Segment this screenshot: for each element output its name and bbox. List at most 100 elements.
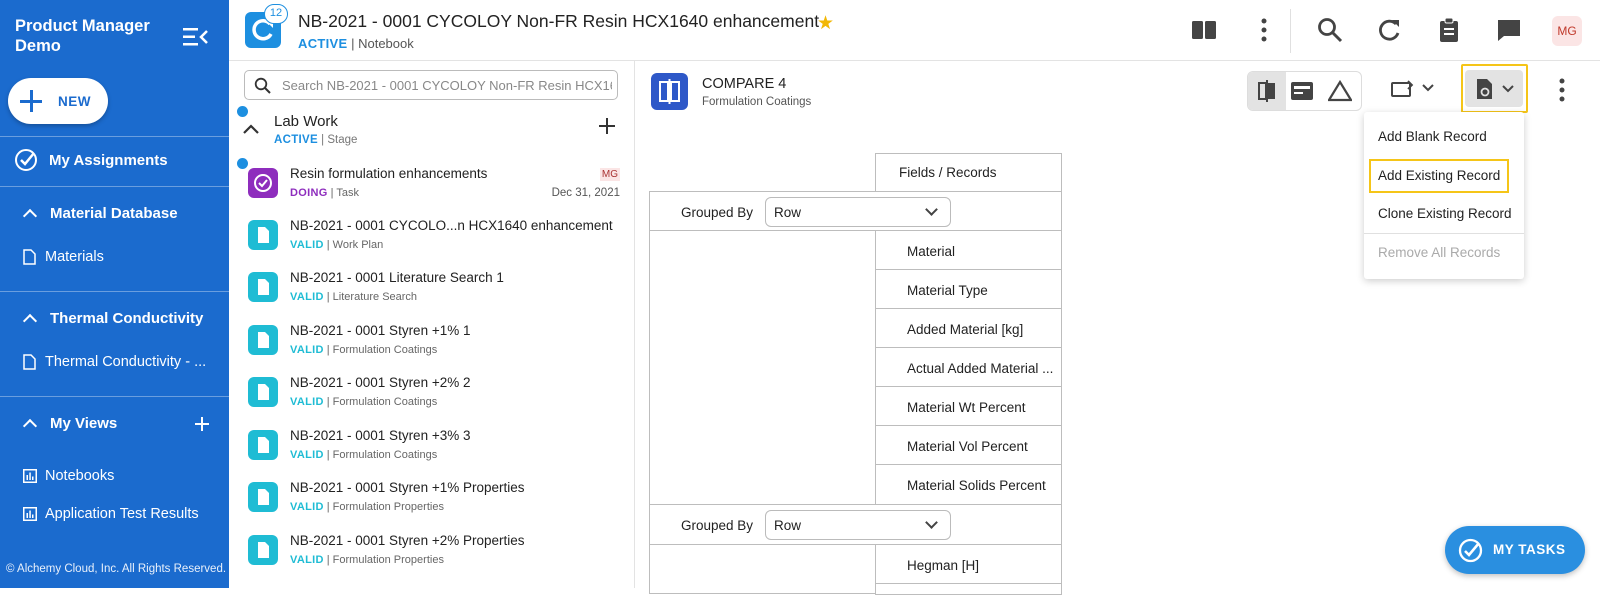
sidebar-item-thermal-conductivity[interactable]: Thermal Conductivity - ... xyxy=(23,353,252,371)
grouped-by-select[interactable]: Row xyxy=(765,197,951,227)
item-title: NB-2021 - 0001 Styren +3% 3 xyxy=(290,428,471,443)
divider xyxy=(0,136,229,137)
field-cell xyxy=(875,230,1062,270)
collapse-menu-icon[interactable] xyxy=(183,27,209,47)
sidebar-item-my-assignments[interactable]: My Assignments xyxy=(14,147,243,173)
menu-item-add-blank-record[interactable]: Add Blank Record xyxy=(1378,129,1487,144)
list-item[interactable]: Resin formulation enhancements DOING | T… xyxy=(248,166,620,212)
item-type: Formulation Properties xyxy=(332,501,444,513)
view-compare-button[interactable] xyxy=(1248,72,1286,110)
grouped-by-label: Grouped By xyxy=(681,518,754,533)
field-label: Hegman [H] xyxy=(907,558,980,573)
sidebar-item-label: My Assignments xyxy=(49,151,168,169)
menu-item-add-existing-record[interactable]: Add Existing Record xyxy=(1378,168,1500,183)
unread-dot xyxy=(237,158,248,169)
notification-badge: 12 xyxy=(264,4,288,24)
document-icon xyxy=(248,272,278,302)
menu-item-clone-existing-record[interactable]: Clone Existing Record xyxy=(1378,206,1512,221)
status-badge: VALID xyxy=(290,396,324,408)
sidebar-section-my-views[interactable]: My Views xyxy=(22,413,254,433)
sidebar-item-label: Thermal Conductivity - ... xyxy=(45,354,207,370)
list-item[interactable]: NB-2021 - 0001 Styren +1% 1 VALID | Form… xyxy=(248,323,620,369)
more-vertical-icon[interactable] xyxy=(1251,17,1277,43)
chevron-up-icon xyxy=(22,418,38,433)
section-label: Material Database xyxy=(50,204,178,222)
list-item[interactable]: NB-2021 - 0001 Styren +2% 2 VALID | Form… xyxy=(248,375,620,421)
item-title: NB-2021 - 0001 Styren +1% Properties xyxy=(290,480,525,495)
search-icon xyxy=(254,77,271,94)
divider xyxy=(1290,9,1291,53)
notebook-type: Notebook xyxy=(358,36,414,51)
sidebar-item-label: Application Test Results xyxy=(45,506,199,522)
sidebar-item-application-test-results[interactable]: Application Test Results xyxy=(23,505,252,523)
sync-icon[interactable] xyxy=(1376,17,1402,43)
device-sync-icon xyxy=(1391,80,1414,97)
group-body xyxy=(649,544,876,594)
status-badge: VALID xyxy=(290,291,324,303)
view-toggle xyxy=(1247,71,1362,111)
grouped-by-select[interactable]: Row xyxy=(765,510,951,540)
item-status: VALID | Formulation Properties xyxy=(290,501,444,513)
add-view-plus-icon[interactable] xyxy=(195,417,209,431)
triangle-view-icon[interactable] xyxy=(1328,80,1352,102)
check-circle-icon xyxy=(1458,538,1483,563)
assignee-avatar: MG xyxy=(599,168,620,181)
list-item[interactable]: NB-2021 - 0001 Literature Search 1 VALID… xyxy=(248,270,620,316)
unread-dot xyxy=(237,106,248,117)
my-tasks-label: MY TASKS xyxy=(1493,542,1566,557)
status-badge: ACTIVE xyxy=(298,36,348,51)
bar-chart-icon xyxy=(23,469,37,483)
my-tasks-button[interactable]: MY TASKS xyxy=(1445,526,1585,574)
more-vertical-icon[interactable] xyxy=(1557,77,1567,103)
record-view-icon[interactable] xyxy=(1290,80,1314,102)
record-actions-button[interactable] xyxy=(1465,70,1523,107)
search-icon[interactable] xyxy=(1317,17,1343,43)
bar-chart-icon xyxy=(23,507,37,521)
menu-item-remove-all-records: Remove All Records xyxy=(1378,245,1501,260)
list-item[interactable]: NB-2021 - 0001 CYCOLO...n HCX1640 enhanc… xyxy=(248,218,620,264)
status-badge: VALID xyxy=(290,501,324,513)
item-title: NB-2021 - 0001 CYCOLO...n HCX1640 enhanc… xyxy=(290,218,613,233)
copyright: © Alchemy Cloud, Inc. All Rights Reserve… xyxy=(6,563,227,575)
favorite-star-icon[interactable]: ★ xyxy=(817,12,834,35)
fields-records-label: Fields / Records xyxy=(899,165,997,180)
stage-status: ACTIVE | Stage xyxy=(274,134,358,146)
list-item[interactable]: NB-2021 - 0001 Styren +1% Properties VAL… xyxy=(248,480,620,526)
item-status: VALID | Formulation Coatings xyxy=(290,449,438,461)
clipboard-icon[interactable] xyxy=(1436,17,1462,43)
add-plus-icon[interactable] xyxy=(599,118,615,134)
notebook-title: NB-2021 - 0001 CYCOLOY Non-FR Resin HCX1… xyxy=(298,11,820,31)
sidebar-item-materials[interactable]: Materials xyxy=(23,248,252,266)
field-label: Material xyxy=(907,244,956,259)
sidebar-section-material-database[interactable]: Material Database xyxy=(22,203,254,223)
compare-subtitle: Formulation Coatings xyxy=(702,96,812,108)
document-icon xyxy=(248,430,278,460)
list-item[interactable]: NB-2021 - 0001 Styren +2% Properties VAL… xyxy=(248,533,620,579)
user-avatar[interactable]: MG xyxy=(1552,16,1582,46)
chevron-down-icon xyxy=(925,516,938,529)
chat-icon[interactable] xyxy=(1496,17,1522,43)
item-status: DOING | Task xyxy=(290,187,359,199)
list-item[interactable]: NB-2021 - 0001 Styren +3% 3 VALID | Form… xyxy=(248,428,620,474)
divider xyxy=(0,186,229,187)
document-icon xyxy=(248,482,278,512)
sidebar-item-notebooks[interactable]: Notebooks xyxy=(23,467,252,485)
device-dropdown[interactable] xyxy=(1390,79,1440,103)
new-button[interactable]: NEW xyxy=(8,78,108,124)
status-badge: VALID xyxy=(290,239,324,251)
document-icon xyxy=(248,377,278,407)
item-title: Resin formulation enhancements xyxy=(290,166,488,181)
divider xyxy=(0,396,229,397)
status-badge: ACTIVE xyxy=(274,134,318,146)
item-status: VALID | Formulation Coatings xyxy=(290,396,438,408)
search-placeholder: Search NB-2021 - 0001 CYCOLOY Non-FR Res… xyxy=(282,78,612,93)
item-title: NB-2021 - 0001 Styren +2% Properties xyxy=(290,533,525,548)
status-badge: VALID xyxy=(290,344,324,356)
item-type: Task xyxy=(336,187,359,199)
search-input[interactable]: Search NB-2021 - 0001 CYCOLOY Non-FR Res… xyxy=(244,70,618,100)
stage-title[interactable]: Lab Work xyxy=(274,113,338,130)
sidebar-section-thermal-conductivity[interactable]: Thermal Conductivity xyxy=(22,308,254,328)
plus-icon xyxy=(20,90,42,112)
chevron-up-icon[interactable] xyxy=(243,124,259,134)
split-view-icon[interactable] xyxy=(1191,17,1217,43)
